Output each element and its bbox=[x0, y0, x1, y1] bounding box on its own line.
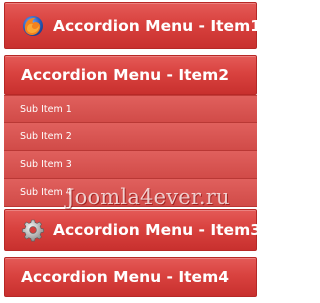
submenu: Sub Item 1 Sub Item 2 Sub Item 3 Sub Ite… bbox=[4, 95, 257, 207]
menu-item-label: Accordion Menu - Item1 bbox=[53, 16, 262, 35]
sub-item-3[interactable]: Sub Item 3 bbox=[4, 151, 257, 179]
menu-item-label: Accordion Menu - Item4 bbox=[21, 268, 230, 286]
sub-item-1[interactable]: Sub Item 1 bbox=[4, 95, 257, 123]
sub-item-label: Sub Item 3 bbox=[20, 159, 72, 170]
menu-item-label: Accordion Menu - Item3 bbox=[53, 221, 262, 239]
sub-item-2[interactable]: Sub Item 2 bbox=[4, 123, 257, 151]
sub-item-label: Sub Item 1 bbox=[20, 103, 72, 115]
menu-item-3[interactable]: Accordion Menu - Item3 bbox=[4, 209, 261, 251]
menu-item-4[interactable]: Accordion Menu - Item4 bbox=[4, 257, 257, 297]
menu-item-2[interactable]: Accordion Menu - Item2 bbox=[4, 55, 257, 95]
menu-item-1[interactable]: Accordion Menu - Item1 bbox=[4, 2, 261, 49]
sub-item-label: Sub Item 2 bbox=[20, 131, 72, 142]
accordion-menu: Accordion Menu - Item1 Accordion Menu - … bbox=[4, 2, 261, 297]
sub-item-label: Sub Item 4 bbox=[20, 187, 72, 198]
menu-item-label: Accordion Menu - Item2 bbox=[21, 66, 230, 84]
firefox-icon bbox=[21, 14, 45, 38]
sub-item-4[interactable]: Sub Item 4 bbox=[4, 179, 257, 207]
gear-icon bbox=[21, 218, 45, 242]
